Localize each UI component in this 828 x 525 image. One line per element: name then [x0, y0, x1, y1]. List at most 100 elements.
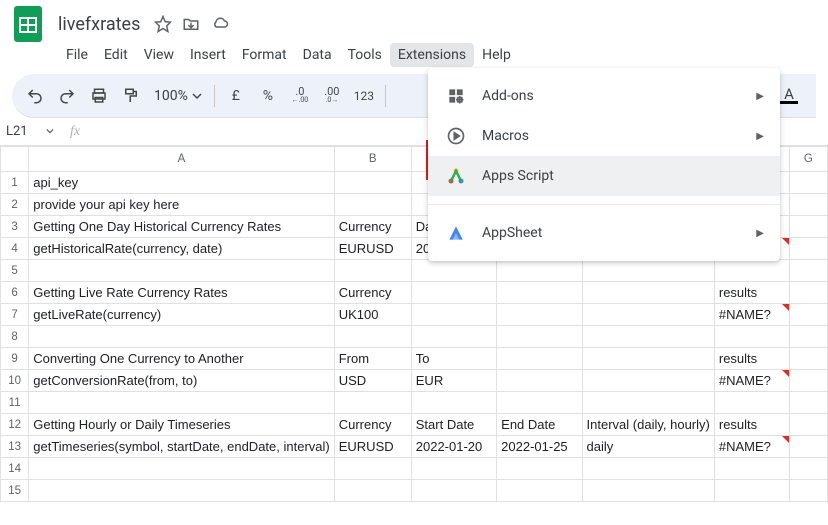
row-header[interactable]: 10: [1, 370, 29, 392]
decrease-decimal-button[interactable]: .0←.00: [285, 81, 315, 111]
cell[interactable]: [497, 282, 582, 304]
cell[interactable]: [334, 194, 411, 216]
row-header[interactable]: 5: [1, 260, 29, 282]
column-header[interactable]: G: [789, 147, 827, 172]
menu-item-appsheet[interactable]: AppSheet▶: [428, 213, 780, 253]
cell[interactable]: [789, 260, 827, 282]
row-header[interactable]: 6: [1, 282, 29, 304]
cell[interactable]: [29, 260, 334, 282]
sheets-logo[interactable]: [8, 4, 48, 44]
cell[interactable]: #NAME?: [714, 304, 789, 326]
cell[interactable]: [334, 458, 411, 480]
cell[interactable]: [334, 480, 411, 502]
cell[interactable]: [789, 480, 827, 502]
menu-item-macros[interactable]: Macros▶: [428, 116, 780, 156]
cell[interactable]: [582, 282, 714, 304]
cell[interactable]: [714, 392, 789, 414]
name-box[interactable]: L21: [0, 124, 60, 139]
cell[interactable]: [789, 282, 827, 304]
menu-file[interactable]: File: [58, 43, 96, 67]
redo-button[interactable]: [52, 81, 82, 111]
cell[interactable]: [714, 326, 789, 348]
cell[interactable]: #NAME?: [714, 370, 789, 392]
cell[interactable]: [411, 304, 496, 326]
cell[interactable]: [789, 370, 827, 392]
row-header[interactable]: 13: [1, 436, 29, 458]
cell[interactable]: getHistoricalRate(currency, date): [29, 238, 334, 260]
menu-format[interactable]: Format: [234, 43, 295, 67]
cell[interactable]: [582, 304, 714, 326]
menu-extensions[interactable]: Extensions: [390, 43, 474, 67]
cell[interactable]: [582, 392, 714, 414]
cell[interactable]: [411, 260, 496, 282]
cell[interactable]: Currency: [334, 282, 411, 304]
undo-button[interactable]: [20, 81, 50, 111]
cell[interactable]: getTimeseries(symbol, startDate, endDate…: [29, 436, 334, 458]
cell[interactable]: [411, 392, 496, 414]
menu-help[interactable]: Help: [474, 43, 519, 67]
cell[interactable]: [411, 326, 496, 348]
row-header[interactable]: 2: [1, 194, 29, 216]
paint-format-button[interactable]: [116, 81, 146, 111]
menu-edit[interactable]: Edit: [96, 43, 136, 67]
row-header[interactable]: 14: [1, 458, 29, 480]
cell[interactable]: [789, 392, 827, 414]
cell[interactable]: [714, 458, 789, 480]
menu-item-add-ons[interactable]: Add-ons▶: [428, 76, 780, 116]
cell[interactable]: Getting One Day Historical Currency Rate…: [29, 216, 334, 238]
percent-button[interactable]: %: [253, 81, 283, 111]
column-header[interactable]: A: [29, 147, 334, 172]
more-formats-button[interactable]: 123: [349, 81, 379, 111]
cell[interactable]: Currency: [334, 216, 411, 238]
cell[interactable]: [497, 304, 582, 326]
row-header[interactable]: 12: [1, 414, 29, 436]
cell[interactable]: UK100: [334, 304, 411, 326]
cell[interactable]: [582, 458, 714, 480]
column-header[interactable]: B: [334, 147, 411, 172]
menu-item-apps-script[interactable]: Apps Script: [428, 156, 780, 196]
cell[interactable]: [789, 348, 827, 370]
move-icon[interactable]: [182, 15, 200, 33]
cell[interactable]: [582, 370, 714, 392]
cell[interactable]: 2022-01-25: [497, 436, 582, 458]
cell[interactable]: Start Date: [411, 414, 496, 436]
cell[interactable]: [582, 326, 714, 348]
cell[interactable]: [789, 172, 827, 194]
zoom-select[interactable]: 100%: [148, 88, 208, 104]
row-header[interactable]: 15: [1, 480, 29, 502]
menu-data[interactable]: Data: [295, 43, 340, 67]
cell[interactable]: From: [334, 348, 411, 370]
cell[interactable]: Getting Live Rate Currency Rates: [29, 282, 334, 304]
cell[interactable]: To: [411, 348, 496, 370]
cell[interactable]: [497, 370, 582, 392]
cell[interactable]: [497, 458, 582, 480]
cell[interactable]: daily: [582, 436, 714, 458]
star-icon[interactable]: [154, 15, 172, 33]
cell[interactable]: [29, 392, 334, 414]
increase-decimal-button[interactable]: .00.0→: [317, 81, 347, 111]
cell[interactable]: [411, 458, 496, 480]
cell[interactable]: [582, 348, 714, 370]
document-title[interactable]: livefxrates: [52, 12, 146, 37]
print-button[interactable]: [84, 81, 114, 111]
cell[interactable]: Converting One Currency to Another: [29, 348, 334, 370]
cell[interactable]: [334, 260, 411, 282]
cell[interactable]: [789, 436, 827, 458]
cell[interactable]: EURUSD: [334, 238, 411, 260]
row-header[interactable]: 7: [1, 304, 29, 326]
cell[interactable]: [497, 480, 582, 502]
currency-button[interactable]: £: [221, 81, 251, 111]
menu-tools[interactable]: Tools: [340, 43, 390, 67]
row-header[interactable]: 1: [1, 172, 29, 194]
cell[interactable]: [714, 480, 789, 502]
row-header[interactable]: 9: [1, 348, 29, 370]
cell[interactable]: [411, 282, 496, 304]
cell[interactable]: [582, 260, 714, 282]
row-header[interactable]: 3: [1, 216, 29, 238]
cell[interactable]: [411, 480, 496, 502]
cell[interactable]: getConversionRate(from, to): [29, 370, 334, 392]
menu-view[interactable]: View: [136, 43, 182, 67]
cell[interactable]: [714, 260, 789, 282]
cell[interactable]: EUR: [411, 370, 496, 392]
cell[interactable]: results: [714, 414, 789, 436]
